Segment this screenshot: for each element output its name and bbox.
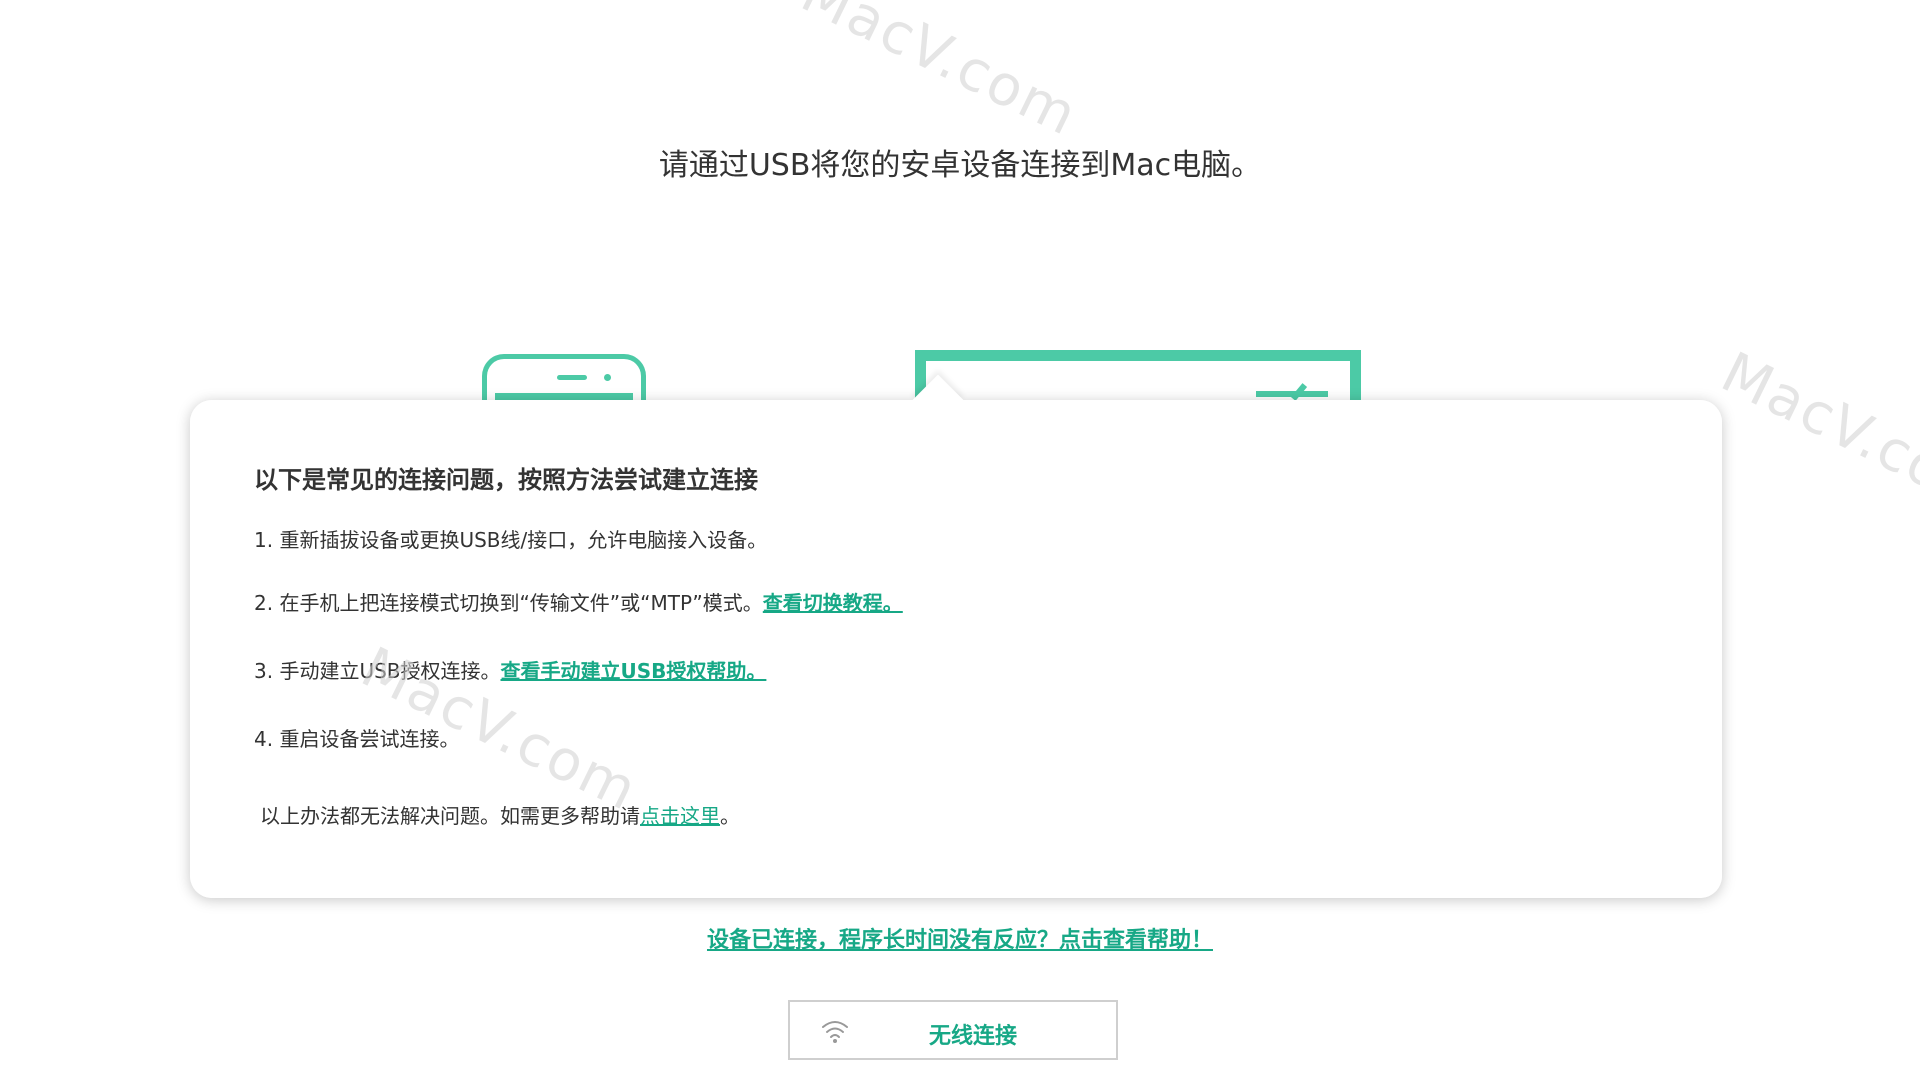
step-2: 2. 在手机上把连接模式切换到“传输文件”或“MTP”模式。查看切换教程。 [254,587,903,616]
usb-authorization-help-link[interactable]: 查看手动建立USB授权帮助。 [501,659,767,683]
step-4-text: 4. 重启设备尝试连接。 [254,727,460,751]
switch-tutorial-link[interactable]: 查看切换教程。 [763,591,903,615]
troubleshooting-popup: 以下是常见的连接问题，按照方法尝试建立连接 1. 重新插拔设备或更换USB线/接… [190,400,1722,898]
wireless-connect-button[interactable]: 无线连接 [788,1000,1118,1060]
more-help-prefix: 以上办法都无法解决问题。如需更多帮助请 [260,804,640,828]
step-1-text: 1. 重新插拔设备或更换USB线/接口，允许电脑接入设备。 [254,528,768,552]
popup-heading: 以下是常见的连接问题，按照方法尝试建立连接 [254,466,758,494]
connection-page: MacV.com MacV.com MacV.com 请通过USB将您的安卓设备… [0,0,1920,1080]
device-connected-help-link[interactable]: 设备已连接，程序长时间没有反应？点击查看帮助！ [707,928,1213,953]
click-here-link[interactable]: 点击这里 [640,804,720,828]
step-2-text: 2. 在手机上把连接模式切换到“传输文件”或“MTP”模式。 [254,591,763,615]
page-title: 请通过USB将您的安卓设备连接到Mac电脑。 [658,148,1262,183]
step-1: 1. 重新插拔设备或更换USB线/接口，允许电脑接入设备。 [254,524,767,553]
step-4: 4. 重启设备尝试连接。 [254,723,459,752]
help-link-row: 设备已连接，程序长时间没有反应？点击查看帮助！ [0,922,1920,954]
step-3: 3. 手动建立USB授权连接。查看手动建立USB授权帮助。 [254,655,766,684]
popup-body: 以下是常见的连接问题，按照方法尝试建立连接 1. 重新插拔设备或更换USB线/接… [190,400,1722,898]
more-help-note: 以上办法都无法解决问题。如需更多帮助请点击这里。 [260,800,740,829]
watermark-right: MacV.com [1711,340,1920,530]
step-3-text: 3. 手动建立USB授权连接。 [254,659,501,683]
watermark-top: MacV.com [791,0,1088,150]
phone-speaker [557,375,587,380]
more-help-suffix: 。 [720,804,740,828]
phone-camera [604,374,611,381]
wireless-connect-label: 无线连接 [928,1024,1017,1049]
